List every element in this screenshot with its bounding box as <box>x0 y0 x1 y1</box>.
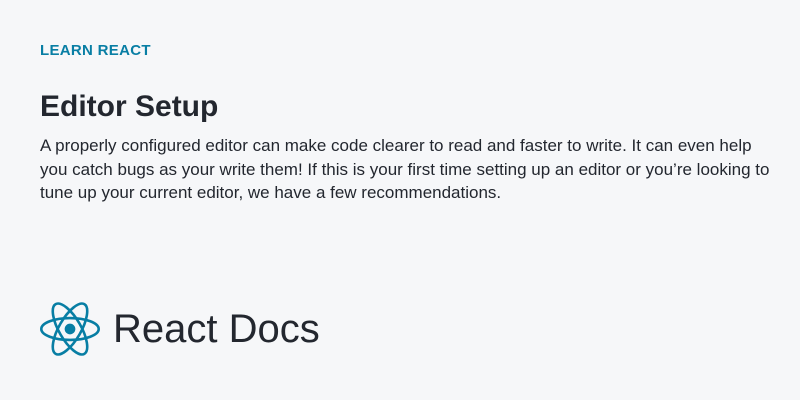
page-description: A properly configured editor can make co… <box>40 136 770 202</box>
social-card: LEARN REACT Editor Setup A properly conf… <box>0 0 800 400</box>
section-eyebrow: LEARN REACT <box>40 42 151 59</box>
page-title: Editor Setup <box>40 90 219 123</box>
brand-lockup: React Docs <box>40 300 320 358</box>
react-logo-icon <box>40 302 100 356</box>
brand-name: React Docs <box>113 307 320 351</box>
